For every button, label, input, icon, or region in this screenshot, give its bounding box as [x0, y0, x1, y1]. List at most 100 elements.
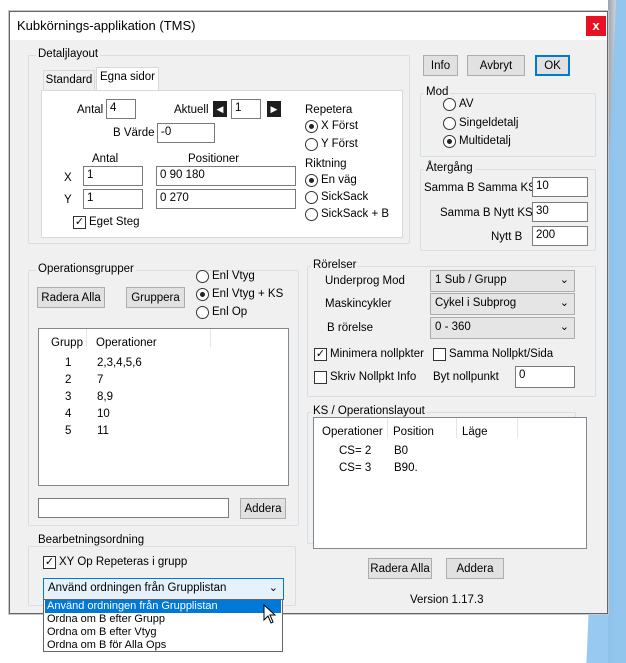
enl-vtyg-ks-radio[interactable] — [196, 288, 209, 301]
bearbetning-value: Använd ordningen från Grupplistan — [48, 582, 227, 594]
skriv-nollpkt-label: Skriv Nollpkt Info — [330, 371, 417, 383]
grupp-column-header[interactable]: Grupp — [51, 337, 83, 349]
samma-b-nytt-ks-label: Samma B Nytt KS — [440, 207, 533, 219]
window-title: Kubkörnings-applikation (TMS) — [17, 18, 196, 33]
bearbetning-select[interactable]: Använd ordningen från Grupplistan ⌄ — [43, 578, 284, 600]
dropdown-option[interactable]: Ordna om B efter Vtyg — [45, 626, 281, 639]
tab-standard[interactable]: Standard — [43, 70, 95, 91]
byt-nollpunkt-input[interactable]: 0 — [515, 366, 575, 388]
operationer-cell: 10 — [97, 408, 110, 420]
grupp-cell: 1 — [65, 357, 72, 369]
bvarde-label: B Värde — [113, 127, 155, 139]
grupp-list[interactable]: Grupp Operationer 1 2,3,4,5,6 2 7 3 8,9 4 10… — [38, 328, 289, 486]
repetera-y-label: Y Först — [321, 138, 358, 150]
mod-av-radio[interactable] — [443, 98, 456, 111]
enl-vtyg-ks-label: Enl Vtyg + KS — [212, 288, 284, 300]
b-rorelse-select[interactable]: 0 - 360 ⌄ — [430, 317, 575, 339]
underprog-value: 1 Sub / Grupp — [435, 274, 507, 286]
riktning-sicksack-b-radio[interactable] — [305, 208, 318, 221]
info-button[interactable]: Info — [423, 55, 458, 76]
bearbetning-dropdown-list[interactable]: Använd ordningen från Grupplistan Ordna … — [43, 599, 283, 652]
ks-radera-alla-button[interactable]: Radera Alla — [368, 558, 432, 579]
dropdown-option[interactable]: Ordna om B för Alla Ops — [45, 639, 281, 652]
dropdown-option[interactable]: Använd ordningen från Grupplistan — [45, 600, 281, 613]
x-label: X — [64, 172, 72, 184]
minimera-label: Minimera nollpkter — [330, 348, 424, 360]
mod-singeldetalj-radio[interactable] — [443, 117, 456, 130]
eget-steg-checkbox[interactable]: ✓ — [73, 216, 86, 229]
samma-b-samma-ks-label: Samma B Samma KS — [424, 182, 536, 194]
operationer-column-header[interactable]: Operationer — [96, 337, 157, 349]
operationer-column-header[interactable]: Operationer — [322, 426, 383, 438]
y-antal-input[interactable]: 1 — [83, 189, 143, 209]
riktning-label: Riktning — [305, 158, 347, 170]
ks-pos-cell: B0 — [394, 445, 409, 457]
grupp-cell: 4 — [65, 408, 72, 420]
chevron-down-icon: ⌄ — [559, 297, 569, 309]
dialog-window: Kubkörnings-applikation (TMS) x Detaljla… — [9, 11, 608, 614]
lage-column-header[interactable]: Läge — [462, 426, 488, 438]
repetera-label: Repetera — [305, 104, 353, 116]
xy-repeat-label: XY Op Repeteras i grupp — [59, 556, 188, 568]
underprog-label: Underprog Mod — [325, 275, 405, 287]
ok-button[interactable]: OK — [535, 55, 570, 76]
close-button[interactable]: x — [586, 16, 606, 36]
ks-op-cell: CS= 2 — [339, 445, 372, 457]
maskincykler-select[interactable]: Cykel i Subprog ⌄ — [430, 293, 575, 315]
samma-nollpkt-label: Samma Nollpkt/Sida — [449, 348, 554, 360]
bearbetningsordning-label: Bearbetningsordning — [36, 534, 147, 546]
operationer-cell: 8,9 — [97, 391, 113, 403]
rorelser-label: Rörelser — [311, 259, 359, 271]
aktuell-input[interactable]: 1 — [231, 99, 261, 119]
gruppera-button[interactable]: Gruppera — [126, 287, 185, 308]
mod-multidetalj-radio[interactable] — [443, 135, 456, 148]
prev-arrow-icon[interactable]: ◀ — [213, 101, 227, 117]
next-arrow-icon[interactable]: ▶ — [267, 101, 281, 117]
x-antal-input[interactable]: 1 — [83, 166, 143, 186]
ks-label: KS / Operationslayout — [311, 405, 427, 417]
avbryt-button[interactable]: Avbryt — [467, 55, 525, 76]
samma-b-nytt-ks-input[interactable]: 30 — [532, 202, 588, 222]
repetera-y-radio[interactable] — [305, 138, 318, 151]
chevron-down-icon: ⌄ — [559, 274, 569, 286]
tab-egna-sidor[interactable]: Egna sidor — [96, 67, 159, 91]
antal-input[interactable]: 4 — [106, 99, 136, 119]
enl-vtyg-label: Enl Vtyg — [212, 270, 255, 282]
underprog-select[interactable]: 1 Sub / Grupp ⌄ — [430, 270, 575, 292]
riktning-sicksack-radio[interactable] — [305, 191, 318, 204]
y-label: Y — [64, 194, 72, 206]
nytt-b-input[interactable]: 200 — [532, 226, 588, 246]
samma-nollpkt-checkbox[interactable] — [433, 348, 446, 361]
b-rorelse-label: B rörelse — [327, 322, 374, 334]
repetera-x-label: X Först — [321, 120, 359, 132]
operationer-cell: 11 — [97, 425, 109, 437]
x-positioner-input[interactable]: 0 90 180 — [156, 166, 296, 186]
y-positioner-input[interactable]: 0 270 — [156, 189, 296, 209]
ks-addera-button[interactable]: Addera — [446, 558, 504, 579]
radera-alla-button[interactable]: Radera Alla — [37, 287, 105, 308]
title-bar: Kubkörnings-applikation (TMS) x — [10, 12, 607, 40]
skriv-nollpkt-checkbox[interactable] — [314, 371, 327, 384]
ks-list[interactable]: Operationer Position Läge CS= 2 B0 CS= 3 B… — [313, 417, 587, 549]
xy-repeat-checkbox[interactable]: ✓ — [43, 556, 56, 569]
dropdown-option[interactable]: Ordna om B efter Grupp — [45, 613, 281, 626]
repetera-x-radio[interactable] — [305, 120, 318, 133]
enl-vtyg-radio[interactable] — [196, 270, 209, 283]
mod-av-label: AV — [459, 98, 474, 110]
operationsgrupper-label: Operationsgrupper — [36, 263, 136, 275]
position-column-header[interactable]: Position — [393, 426, 434, 438]
bvarde-input[interactable]: -0 — [157, 123, 215, 143]
riktning-sicksack-b-label: SickSack + B — [321, 208, 390, 220]
addera-grupp-button[interactable]: Addera — [240, 498, 286, 519]
chevron-down-icon: ⌄ — [268, 582, 278, 594]
enl-op-label: Enl Op — [212, 306, 248, 318]
maskincykler-value: Cykel i Subprog — [435, 297, 517, 309]
grupp-input[interactable] — [38, 498, 229, 518]
atergang-label: Återgång — [424, 162, 475, 174]
antal-label: Antal — [77, 104, 104, 116]
ks-op-cell: CS= 3 — [339, 462, 372, 474]
minimera-checkbox[interactable]: ✓ — [314, 348, 327, 361]
riktning-en-vag-radio[interactable] — [305, 174, 318, 187]
samma-b-samma-ks-input[interactable]: 10 — [532, 177, 588, 197]
enl-op-radio[interactable] — [196, 306, 209, 319]
